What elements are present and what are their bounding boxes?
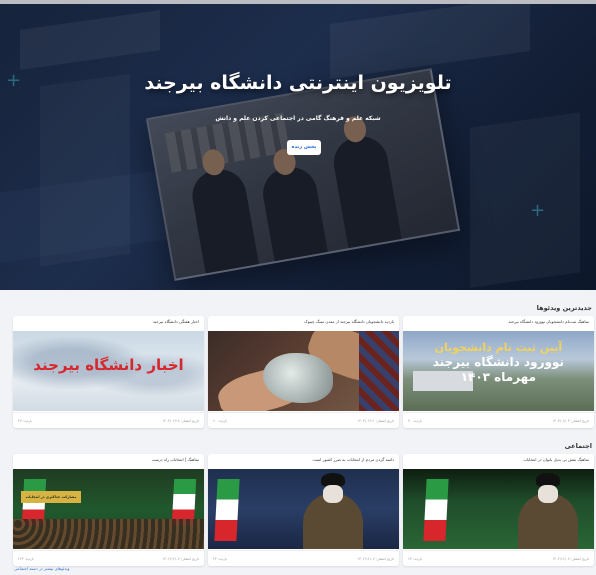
view-count: بازدید: ۴۷: [18, 419, 33, 423]
section-title-social: اجتماعی: [564, 442, 592, 450]
video-thumbnail[interactable]: مشارکت حداکثری در انتخابات: [13, 469, 204, 549]
video-title[interactable]: بازدید دانشجویان دانشگاه بیرجند از معدن …: [213, 319, 394, 324]
video-title[interactable]: نماهنگ | انتخابات راه درست: [18, 457, 199, 462]
video-meta: تاریخ انتشار: ۱۴۰۲/۱۲/۰۷ بازدید: ۲۳: [208, 550, 399, 566]
speaker-figure: [303, 473, 363, 549]
publish-date: تاریخ انتشار: ۱۴۰۳/۰۲/۱۸: [162, 419, 199, 423]
video-title[interactable]: نماهنگ نقش بی بدیل بانوان در انتخابات: [408, 457, 589, 462]
video-thumbnail[interactable]: آیین ثبت نام دانشجویان نوورود دانشگاه بی…: [403, 331, 594, 411]
video-title[interactable]: نماهنگ ثبت‌نام دانشجویان نوورود دانشگاه …: [408, 319, 589, 324]
publish-date: تاریخ انتشار: ۱۴۰۲/۱۲/۰۷: [552, 557, 589, 561]
speaker-figure: [518, 473, 578, 549]
sleeve-shape: [359, 331, 399, 411]
crowd-shape: [13, 519, 204, 549]
view-count: بازدید: ۶۷: [408, 557, 423, 561]
publish-date: تاریخ انتشار: ۱۴۰۳/۰۲/۱۱: [357, 419, 394, 423]
video-card[interactable]: نماهنگ نقش بی بدیل بانوان در انتخابات تا…: [403, 454, 594, 566]
video-title[interactable]: اخبار هفتگی دانشگاه بیرجند: [18, 319, 199, 324]
video-card[interactable]: نماهنگ ثبت‌نام دانشجویان نوورود دانشگاه …: [403, 316, 594, 428]
thumbnail-line: آیین ثبت نام دانشجویان: [434, 341, 563, 354]
hero-title: تلویزیون اینترنتی دانشگاه بیرجند: [144, 72, 452, 94]
flag-shape: [214, 479, 240, 541]
hero-banner: + + تلویزیون اینترنتی دانشگاه بیرجند شبک…: [0, 0, 596, 290]
publish-date: تاریخ انتشار: ۱۴۰۳/۰۷/۰۳: [552, 419, 589, 423]
video-thumbnail[interactable]: اخبار دانشگاه بیرجند: [13, 331, 204, 411]
video-title[interactable]: دامنه گردن مردم از انتخابات به ضرر کشور …: [213, 457, 394, 462]
video-meta: تاریخ انتشار: ۱۴۰۳/۰۲/۱۸ بازدید: ۴۷: [13, 412, 204, 428]
video-meta: تاریخ انتشار: ۱۴۰۲/۱۲/۰۷ بازدید: ۲۲۴: [13, 550, 204, 566]
video-thumbnail[interactable]: [403, 469, 594, 549]
flag-shape: [423, 479, 449, 541]
publish-date: تاریخ انتشار: ۱۴۰۲/۱۲/۰۷: [357, 557, 394, 561]
thumbnail-banner: مشارکت حداکثری در انتخابات: [21, 491, 81, 503]
social-videos-row: نماهنگ نقش بی بدیل بانوان در انتخابات تا…: [13, 454, 594, 566]
view-count: بازدید: ۲۳: [213, 557, 228, 561]
face-shape: [323, 485, 343, 503]
thumbnail-caption: اخبار دانشگاه بیرجند: [33, 356, 184, 374]
publish-date: تاریخ انتشار: ۱۴۰۲/۱۲/۰۷: [162, 557, 199, 561]
video-thumbnail[interactable]: [208, 331, 399, 411]
video-card[interactable]: نماهنگ | انتخابات راه درست مشارکت حداکثر…: [13, 454, 204, 566]
view-count: بازدید: ۲۰: [213, 419, 228, 423]
view-count: بازدید: ۳۰: [408, 419, 423, 423]
face-shape: [538, 485, 558, 503]
video-card[interactable]: اخبار هفتگی دانشگاه بیرجند اخبار دانشگاه…: [13, 316, 204, 428]
video-thumbnail[interactable]: [208, 469, 399, 549]
live-stream-button[interactable]: پخش زنده: [287, 140, 321, 155]
latest-videos-row: نماهنگ ثبت‌نام دانشجویان نوورود دانشگاه …: [13, 316, 594, 428]
video-meta: تاریخ انتشار: ۱۴۰۳/۰۲/۱۱ بازدید: ۲۰: [208, 412, 399, 428]
section-title-latest: جدیدترین ویدئوها: [536, 304, 592, 312]
hero-subtitle: شبکه علم و فرهنگ گامی در اجتماعی کردن عل…: [215, 115, 381, 122]
thumbnail-caption: آیین ثبت نام دانشجویان نوورود دانشگاه بی…: [433, 341, 564, 385]
video-meta: تاریخ انتشار: ۱۴۰۳/۰۷/۰۳ بازدید: ۳۰: [403, 412, 594, 428]
video-card[interactable]: بازدید دانشجویان دانشگاه بیرجند از معدن …: [208, 316, 399, 428]
thumbnail-line: نوورود دانشگاه بیرجند: [432, 354, 564, 369]
view-count: بازدید: ۲۲۴: [18, 557, 35, 561]
thumbnail-line: مهرماه ۱۴۰۳: [460, 369, 537, 384]
more-videos-link[interactable]: ویدئوهای بیشتر در دسته اجتماعی: [14, 566, 69, 571]
video-card[interactable]: دامنه گردن مردم از انتخابات به ضرر کشور …: [208, 454, 399, 566]
video-meta: تاریخ انتشار: ۱۴۰۲/۱۲/۰۷ بازدید: ۶۷: [403, 550, 594, 566]
